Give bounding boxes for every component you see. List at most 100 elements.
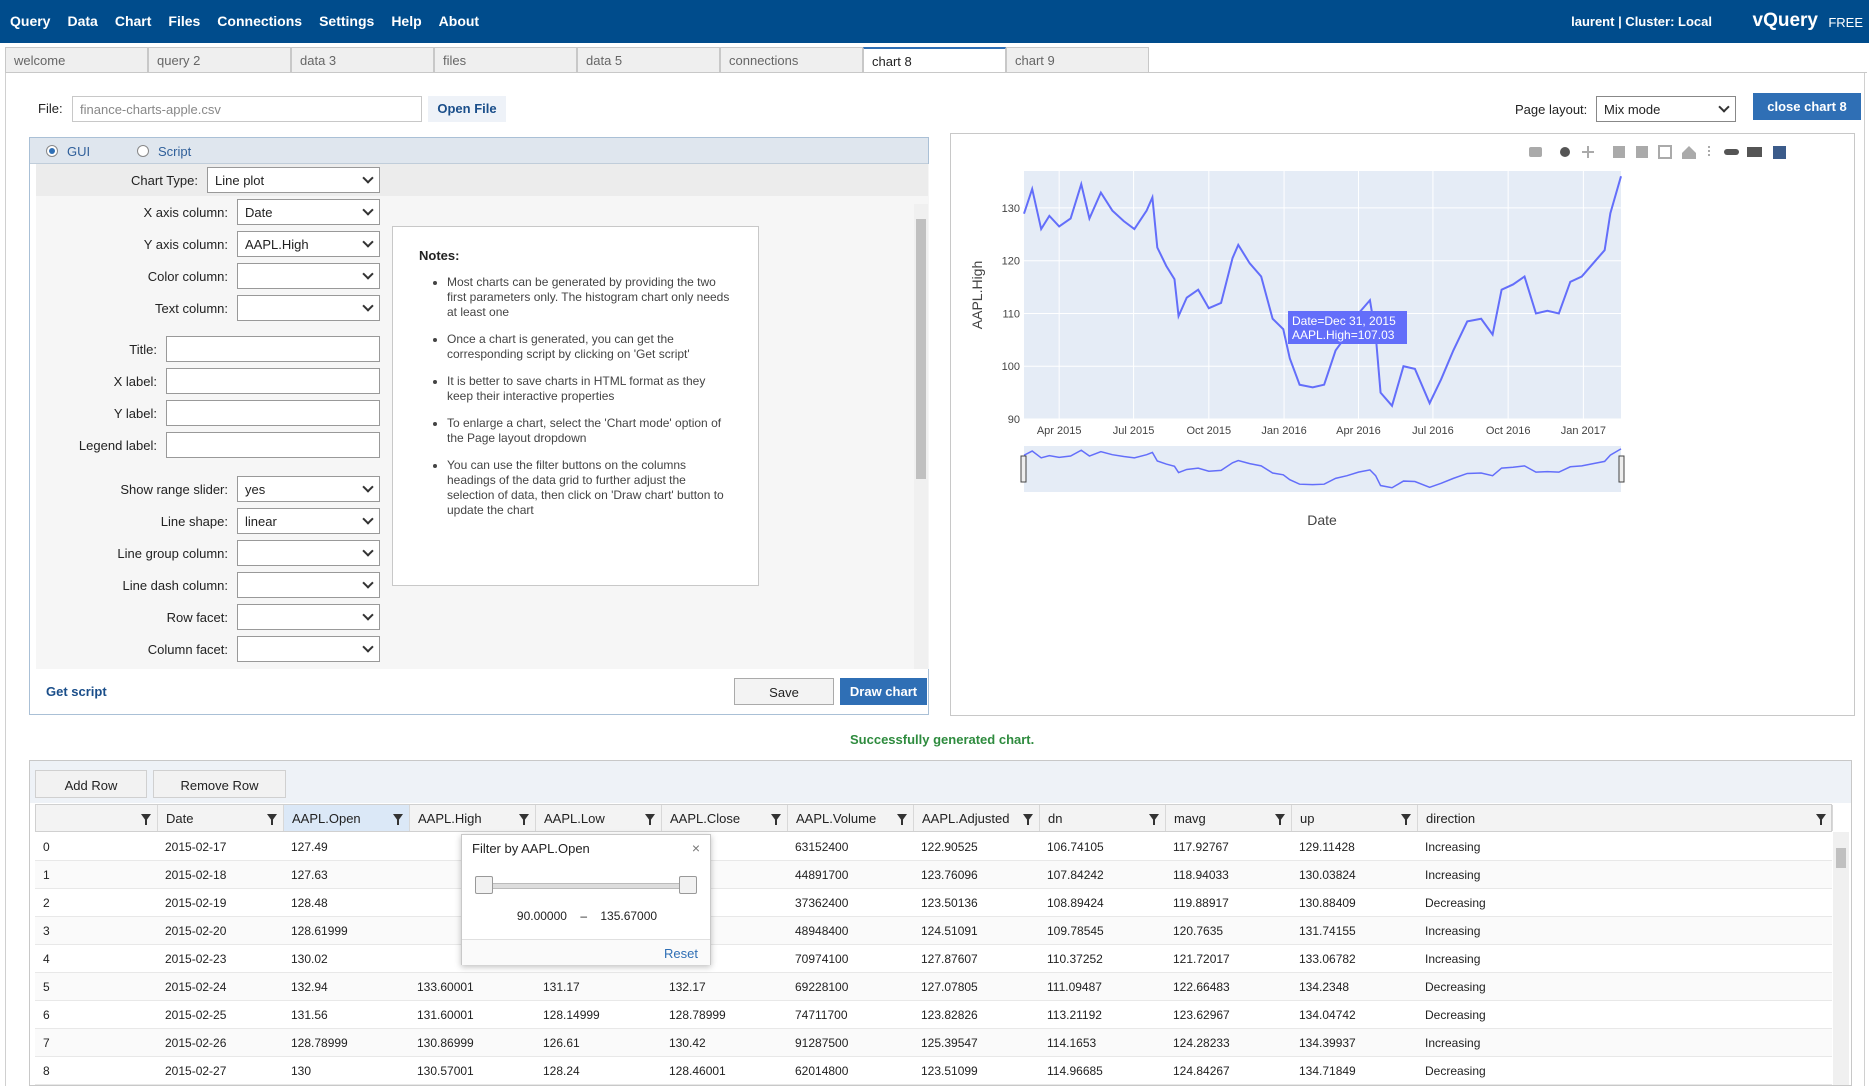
y-label-input[interactable] (166, 400, 380, 426)
table-cell[interactable]: 2015-02-24 (165, 980, 226, 994)
table-cell[interactable]: 123.82826 (921, 1008, 978, 1022)
table-cell[interactable]: 119.88917 (1173, 896, 1229, 910)
tab-data-3[interactable]: data 3 (291, 47, 434, 73)
table-row[interactable]: 32015-02-20128.61999129.548948400124.510… (35, 917, 1832, 945)
x-label-input[interactable] (166, 368, 380, 394)
table-cell[interactable]: 91287500 (795, 1036, 848, 1050)
table-cell[interactable]: 130.42 (669, 1036, 706, 1050)
table-cell[interactable]: Increasing (1425, 1036, 1480, 1050)
table-cell[interactable]: 131.17 (543, 980, 580, 994)
color-column-select[interactable] (237, 263, 380, 289)
table-row[interactable]: 6 2015-02-25 131.56 131.60001 128.14999 128.7… (35, 1001, 1832, 1029)
table-cell[interactable]: 48948400 (795, 924, 848, 938)
table-cell[interactable]: 130 (291, 1064, 311, 1078)
column-header[interactable]: dn (1040, 805, 1166, 831)
table-cell[interactable]: Decreasing (1425, 896, 1486, 910)
table-cell[interactable]: Increasing (1425, 924, 1480, 938)
table-cell[interactable]: 2015-02-20 (165, 924, 226, 938)
tab-data-5[interactable]: data 5 (577, 47, 720, 73)
table-cell[interactable]: 2015-02-23 (165, 952, 226, 966)
tab-welcome[interactable]: welcome (5, 47, 148, 73)
table-cell[interactable]: Decreasing (1425, 980, 1486, 994)
column-header[interactable] (36, 805, 158, 831)
column-header[interactable]: AAPL.Open (284, 805, 410, 831)
table-row[interactable]: 12015-02-18127.63128.7244891700123.76096… (35, 861, 1832, 889)
table-cell[interactable]: 131.60001 (417, 1008, 474, 1022)
get-script-link[interactable]: Get script (46, 684, 107, 699)
filter-icon[interactable] (1275, 814, 1285, 825)
table-cell[interactable]: 134.39937 (1299, 1036, 1356, 1050)
table-row[interactable]: 02015-02-17127.49127.8363152400122.90525… (35, 833, 1832, 861)
hover-compare-icon[interactable] (1747, 147, 1762, 157)
menu-files[interactable]: Files (168, 13, 200, 29)
table-cell[interactable]: Increasing (1425, 952, 1480, 966)
table-cell[interactable]: 44891700 (795, 868, 848, 882)
row-facet-select[interactable] (237, 604, 380, 630)
table-cell[interactable]: 130.57001 (417, 1064, 474, 1078)
table-cell[interactable]: 127.49 (291, 840, 328, 854)
table-row[interactable]: 7 2015-02-26 128.78999 130.86999 126.61 130.4… (35, 1029, 1832, 1057)
tab-connections[interactable]: connections (720, 47, 863, 73)
table-cell[interactable]: 37362400 (795, 896, 848, 910)
filter-range-track[interactable] (484, 883, 689, 889)
table-cell[interactable]: 117.92767 (1173, 840, 1229, 854)
range-slider-right-handle[interactable] (1618, 455, 1625, 483)
column-header[interactable]: AAPL.Adjusted (914, 805, 1040, 831)
table-cell[interactable]: 130.03824 (1299, 868, 1356, 882)
tab-chart-9[interactable]: chart 9 (1006, 47, 1149, 73)
pan-icon[interactable] (1582, 146, 1594, 158)
table-cell[interactable]: 106.74105 (1047, 840, 1104, 854)
x-axis-select[interactable]: Date (237, 199, 380, 225)
table-cell[interactable]: 5 (43, 980, 50, 994)
chart-type-select[interactable]: Line plot (207, 167, 380, 193)
table-cell[interactable]: 131.74155 (1299, 924, 1356, 938)
table-cell[interactable]: 113.21192 (1047, 1008, 1102, 1022)
zoom-out-icon[interactable] (1636, 146, 1648, 158)
table-cell[interactable]: 110.37252 (1047, 952, 1103, 966)
column-header[interactable]: AAPL.High (410, 805, 536, 831)
tab-query-2[interactable]: query 2 (148, 47, 291, 73)
range-slider-select[interactable]: yes (237, 476, 380, 502)
filter-icon[interactable] (1149, 814, 1159, 825)
table-cell[interactable]: 128.61999 (291, 924, 348, 938)
line-group-select[interactable] (237, 540, 380, 566)
text-column-select[interactable] (237, 295, 380, 321)
table-cell[interactable]: 134.04742 (1299, 1008, 1356, 1022)
column-facet-select[interactable] (237, 636, 380, 662)
table-cell[interactable]: 8 (43, 1064, 50, 1078)
range-slider-left-handle[interactable] (1020, 455, 1027, 483)
table-cell[interactable]: 127.63 (291, 868, 328, 882)
table-cell[interactable]: 130.86999 (417, 1036, 474, 1050)
table-cell[interactable]: 123.51099 (921, 1064, 978, 1078)
filter-reset-link[interactable]: Reset (664, 946, 698, 961)
table-cell[interactable]: 1 (43, 868, 50, 882)
column-header[interactable]: up (1292, 805, 1418, 831)
table-cell[interactable]: 6 (43, 1008, 50, 1022)
table-cell[interactable]: 74711700 (795, 1008, 848, 1022)
table-cell[interactable]: 4 (43, 952, 50, 966)
menu-about[interactable]: About (439, 13, 479, 29)
table-cell[interactable]: 2 (43, 896, 50, 910)
table-cell[interactable]: 0 (43, 840, 50, 854)
table-cell[interactable]: 128.48 (291, 896, 328, 910)
line-shape-select[interactable]: linear (237, 508, 380, 534)
table-cell[interactable]: 62014800 (795, 1064, 848, 1078)
table-cell[interactable]: 126.61 (543, 1036, 580, 1050)
menu-query[interactable]: Query (10, 13, 50, 29)
table-cell[interactable]: 2015-02-17 (165, 840, 226, 854)
table-cell[interactable]: 3 (43, 924, 50, 938)
gui-radio[interactable] (46, 145, 58, 157)
table-cell[interactable]: Increasing (1425, 868, 1480, 882)
table-cell[interactable]: 133.60001 (417, 980, 474, 994)
column-header[interactable]: Date (158, 805, 284, 831)
script-radio[interactable] (137, 145, 149, 157)
table-cell[interactable]: 122.90525 (921, 840, 978, 854)
table-cell[interactable]: 125.39547 (921, 1036, 978, 1050)
form-scrollbar-thumb[interactable] (916, 219, 926, 479)
table-cell[interactable]: 129.11428 (1299, 840, 1355, 854)
table-cell[interactable]: 123.50136 (921, 896, 978, 910)
y-axis-select[interactable]: AAPL.High (237, 231, 380, 257)
table-cell[interactable]: Decreasing (1425, 1064, 1486, 1078)
gui-radio-label[interactable]: GUI (67, 144, 90, 159)
table-cell[interactable]: 2015-02-19 (165, 896, 226, 910)
